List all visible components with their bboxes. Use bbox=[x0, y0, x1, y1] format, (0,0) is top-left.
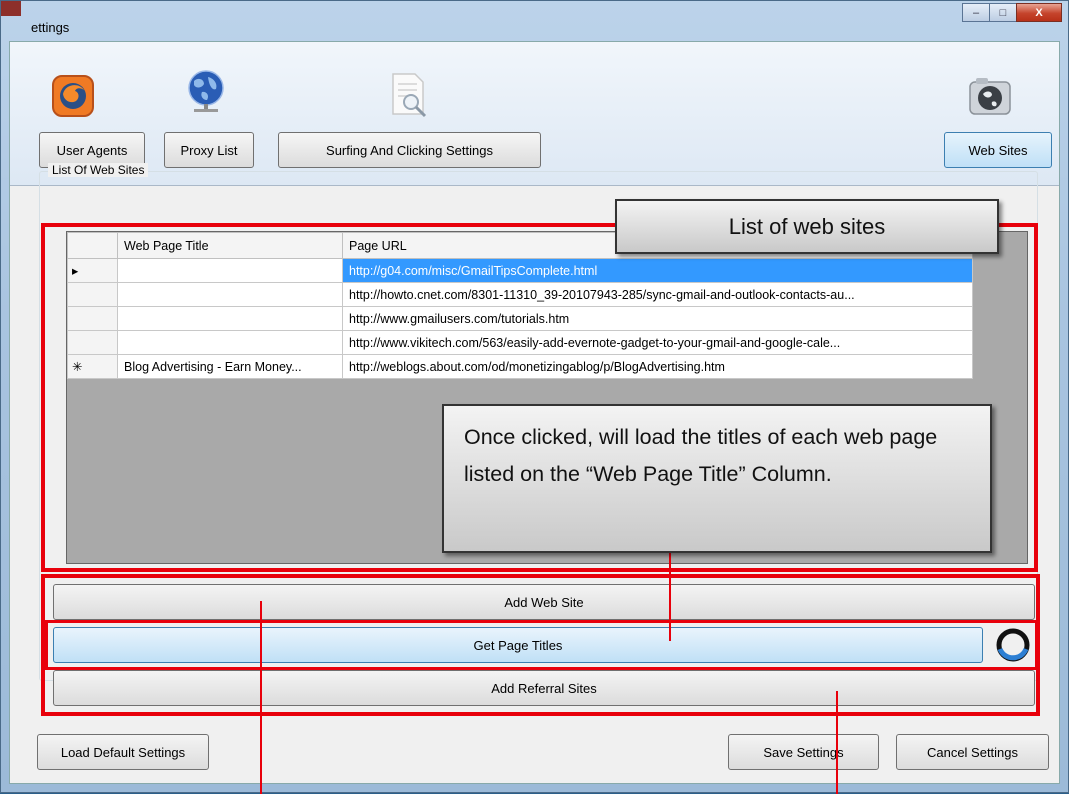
cell-web-page-title[interactable] bbox=[117, 330, 343, 355]
save-settings-label: Save Settings bbox=[763, 744, 844, 760]
firefox-icon bbox=[52, 75, 94, 117]
save-settings-button[interactable]: Save Settings bbox=[728, 734, 879, 770]
group-title: List Of Web Sites bbox=[48, 163, 149, 177]
window-title: ettings bbox=[31, 20, 70, 35]
window-controls: – □ X bbox=[962, 3, 1062, 22]
minimize-button[interactable]: – bbox=[962, 3, 990, 22]
web-sites-button[interactable]: Web Sites bbox=[944, 132, 1052, 168]
minimize-icon: – bbox=[972, 6, 980, 19]
document-search-icon bbox=[392, 73, 427, 118]
add-referral-sites-label: Add Referral Sites bbox=[491, 680, 597, 696]
maximize-button[interactable]: □ bbox=[989, 3, 1017, 22]
cancel-settings-label: Cancel Settings bbox=[926, 744, 1019, 760]
cell-web-page-title[interactable]: Blog Advertising - Earn Money... bbox=[117, 354, 343, 379]
load-default-label: Load Default Settings bbox=[60, 744, 186, 760]
toolbar: User Agents Proxy List Surfing And Click… bbox=[10, 42, 1059, 186]
callout-titles-text: Once clicked, will load the titles of ea… bbox=[464, 425, 938, 486]
cell-page-url[interactable]: http://g04.com/misc/GmailTipsComplete.ht… bbox=[342, 258, 973, 283]
add-web-site-label: Add Web Site bbox=[504, 594, 584, 610]
table-row[interactable]: http://www.vikitech.com/563/easily-add-e… bbox=[67, 330, 973, 355]
cell-page-url[interactable]: http://weblogs.about.com/od/monetizingab… bbox=[342, 354, 973, 379]
proxy-list-button[interactable]: Proxy List bbox=[164, 132, 254, 168]
surfing-clicking-settings-button[interactable]: Surfing And Clicking Settings bbox=[278, 132, 541, 168]
add-web-site-button[interactable]: Add Web Site bbox=[53, 584, 1035, 620]
row-current-marker[interactable]: ▸ bbox=[67, 258, 118, 283]
row-header[interactable] bbox=[67, 306, 118, 331]
annotation-line-get-titles bbox=[669, 547, 671, 641]
globe-network-icon bbox=[188, 70, 224, 112]
column-header-web-page-title[interactable]: Web Page Title bbox=[117, 232, 343, 259]
annotation-line-referral bbox=[836, 691, 838, 794]
settings-window: ettings – □ X User Agents Proxy List Sur… bbox=[0, 0, 1069, 794]
row-header-corner bbox=[67, 232, 118, 259]
row-header[interactable] bbox=[67, 282, 118, 307]
add-referral-sites-button[interactable]: Add Referral Sites bbox=[53, 670, 1035, 706]
close-button[interactable]: X bbox=[1016, 3, 1062, 22]
table-row[interactable]: ▸ http://g04.com/misc/GmailTipsComplete.… bbox=[67, 258, 973, 283]
table-row[interactable]: ✳ Blog Advertising - Earn Money... http:… bbox=[67, 354, 973, 379]
web-sites-table: Web Page Title Page URL ▸ http://g04.com… bbox=[67, 232, 973, 379]
maximize-icon: □ bbox=[999, 6, 1007, 19]
user-agents-label: User Agents bbox=[56, 142, 128, 158]
cell-web-page-title[interactable] bbox=[117, 282, 343, 307]
cancel-settings-button[interactable]: Cancel Settings bbox=[896, 734, 1049, 770]
title-bar[interactable]: ettings – □ X bbox=[1, 1, 1069, 41]
load-default-settings-button[interactable]: Load Default Settings bbox=[37, 734, 209, 770]
surfing-clicking-label: Surfing And Clicking Settings bbox=[326, 142, 493, 158]
cell-page-url[interactable]: http://howto.cnet.com/8301-11310_39-2010… bbox=[342, 282, 973, 307]
cell-web-page-title[interactable] bbox=[117, 258, 343, 283]
proxy-list-label: Proxy List bbox=[180, 142, 238, 158]
row-header[interactable] bbox=[67, 330, 118, 355]
cell-page-url[interactable]: http://www.vikitech.com/563/easily-add-e… bbox=[342, 330, 973, 355]
close-icon: X bbox=[1035, 6, 1043, 19]
cell-page-url[interactable]: http://www.gmailusers.com/tutorials.htm bbox=[342, 306, 973, 331]
callout-list-of-web-sites: List of web sites bbox=[615, 199, 999, 254]
annotation-line-add-web-site bbox=[260, 601, 262, 794]
table-row[interactable]: http://howto.cnet.com/8301-11310_39-2010… bbox=[67, 282, 973, 307]
table-row[interactable]: http://www.gmailusers.com/tutorials.htm bbox=[67, 306, 973, 331]
callout-list-text: List of web sites bbox=[728, 213, 886, 239]
callout-get-page-titles: Once clicked, will load the titles of ea… bbox=[442, 404, 992, 553]
globe-camera-icon bbox=[969, 78, 1011, 115]
get-page-titles-label: Get Page Titles bbox=[473, 637, 563, 653]
cell-web-page-title[interactable] bbox=[117, 306, 343, 331]
web-sites-label: Web Sites bbox=[968, 142, 1028, 158]
new-row-marker[interactable]: ✳ bbox=[67, 354, 118, 379]
window-corner-tab bbox=[1, 1, 21, 16]
get-page-titles-button[interactable]: Get Page Titles bbox=[53, 627, 983, 663]
loading-spinner-icon bbox=[996, 628, 1030, 662]
